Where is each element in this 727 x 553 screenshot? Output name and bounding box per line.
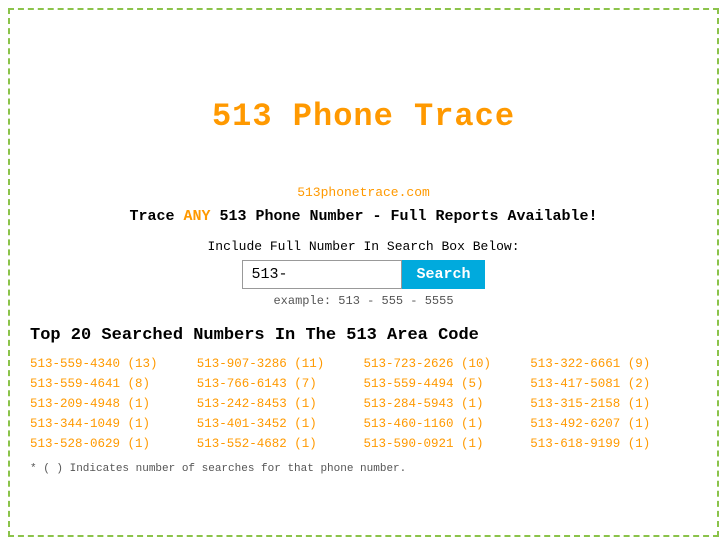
page-title: 513 Phone Trace xyxy=(30,98,697,135)
list-item[interactable]: 513-344-1049 (1) xyxy=(30,415,197,433)
list-item[interactable]: 513-401-3452 (1) xyxy=(197,415,364,433)
footnote: * ( ) Indicates number of searches for t… xyxy=(30,463,697,475)
search-example: example: 513 - 555 - 5555 xyxy=(30,294,697,308)
search-row: Search xyxy=(30,260,697,289)
search-label: Include Full Number In Search Box Below: xyxy=(30,239,697,254)
list-item[interactable]: 513-322-6661 (9) xyxy=(530,355,697,373)
list-item[interactable]: 513-528-0629 (1) xyxy=(30,435,197,453)
list-item[interactable]: 513-723-2626 (10) xyxy=(364,355,531,373)
list-item[interactable]: 513-559-4340 (13) xyxy=(30,355,197,373)
site-url: 513phonetrace.com xyxy=(30,185,697,200)
list-item[interactable]: 513-590-0921 (1) xyxy=(364,435,531,453)
list-item[interactable]: 513-907-3286 (11) xyxy=(197,355,364,373)
tagline-any: ANY xyxy=(183,208,210,225)
list-item[interactable]: 513-492-6207 (1) xyxy=(530,415,697,433)
list-item[interactable]: 513-559-4494 (5) xyxy=(364,375,531,393)
list-item[interactable]: 513-460-1160 (1) xyxy=(364,415,531,433)
search-section: Include Full Number In Search Box Below:… xyxy=(30,239,697,308)
list-item[interactable]: 513-209-4948 (1) xyxy=(30,395,197,413)
list-item[interactable]: 513-417-5081 (2) xyxy=(530,375,697,393)
list-item[interactable]: 513-315-2158 (1) xyxy=(530,395,697,413)
page-container: 513 Phone Trace 513phonetrace.com Trace … xyxy=(8,8,719,537)
list-item[interactable]: 513-618-9199 (1) xyxy=(530,435,697,453)
list-item[interactable]: 513-766-6143 (7) xyxy=(197,375,364,393)
list-item[interactable]: 513-559-4641 (8) xyxy=(30,375,197,393)
top20-title: Top 20 Searched Numbers In The 513 Area … xyxy=(30,326,697,345)
search-input[interactable] xyxy=(242,260,402,289)
tagline-suffix: 513 Phone Number - Full Reports Availabl… xyxy=(210,208,597,225)
tagline-prefix: Trace xyxy=(129,208,183,225)
numbers-grid: 513-559-4340 (13)513-907-3286 (11)513-72… xyxy=(30,355,697,453)
search-button[interactable]: Search xyxy=(402,260,484,289)
tagline: Trace ANY 513 Phone Number - Full Report… xyxy=(30,208,697,225)
list-item[interactable]: 513-242-8453 (1) xyxy=(197,395,364,413)
list-item[interactable]: 513-552-4682 (1) xyxy=(197,435,364,453)
list-item[interactable]: 513-284-5943 (1) xyxy=(364,395,531,413)
